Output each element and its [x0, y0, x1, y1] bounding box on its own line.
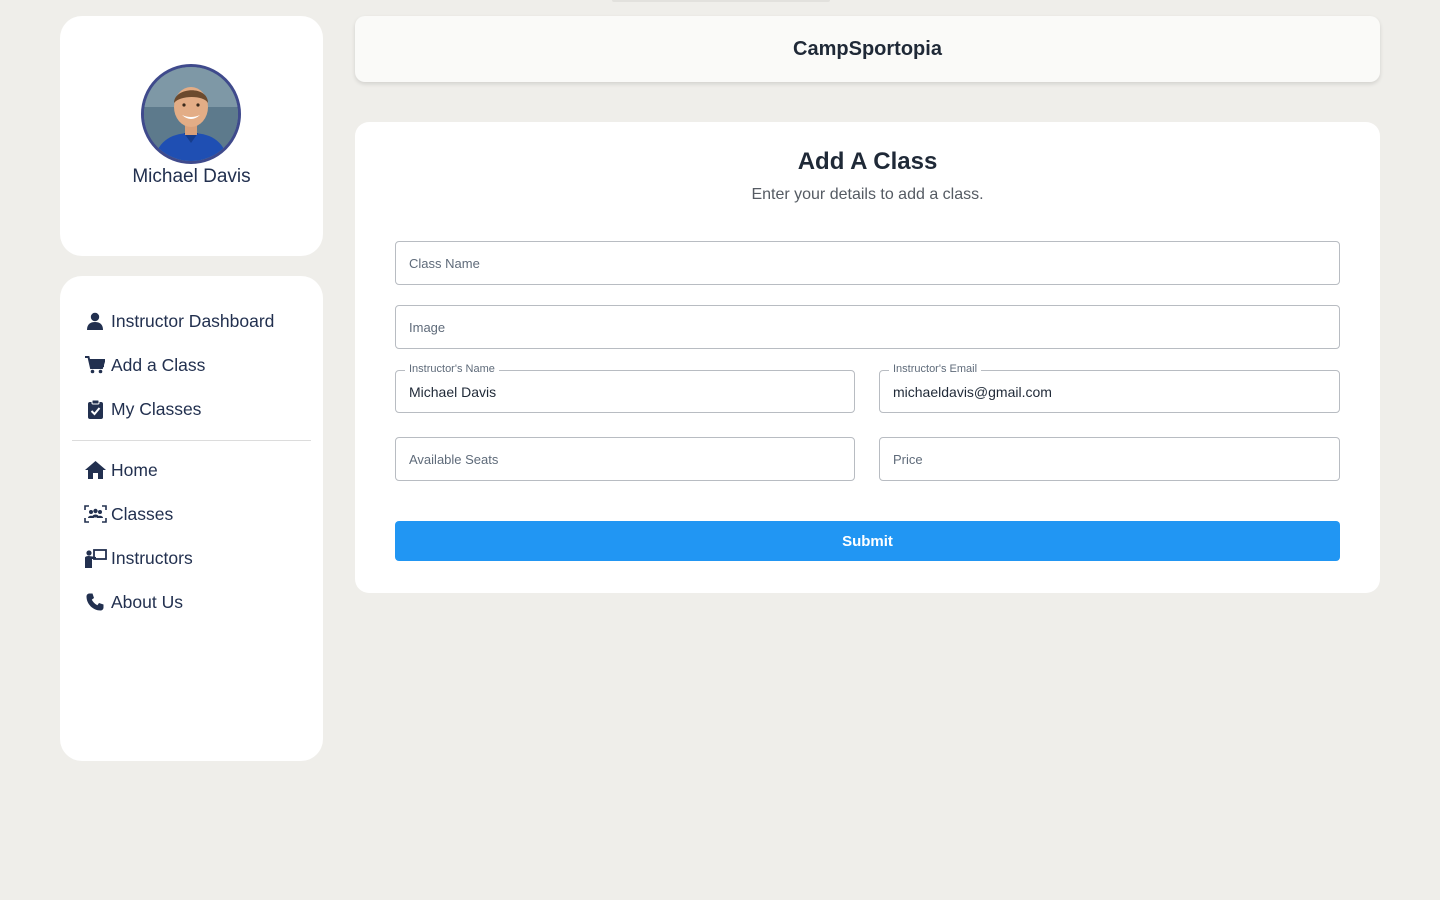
sidebar-item-instructors[interactable]: Instructors [83, 544, 193, 572]
sidebar-item-label: Instructors [111, 547, 193, 568]
class-name-input[interactable] [396, 242, 1339, 284]
instructor-name-label: Instructor's Name [405, 363, 499, 375]
sidebar-nav: Instructor Dashboard Add a Class My Clas… [60, 276, 323, 761]
app-title: CampSportopia [793, 37, 942, 60]
image-input[interactable] [396, 306, 1339, 348]
user-icon [83, 309, 107, 333]
instructor-email-label: Instructor's Email [889, 363, 982, 375]
group-icon [83, 502, 107, 526]
price-input[interactable] [880, 438, 1339, 480]
sidebar-item-about-us[interactable]: About Us [83, 588, 183, 616]
image-field [395, 305, 1340, 349]
sidebar-item-label: Add a Class [111, 354, 206, 375]
instructor-name-input[interactable] [396, 371, 854, 412]
home-icon [83, 458, 107, 482]
sidebar-item-instructor-dashboard[interactable]: Instructor Dashboard [83, 307, 274, 335]
sidebar-item-add-a-class[interactable]: Add a Class [83, 351, 205, 379]
sidebar-item-classes[interactable]: Classes [83, 500, 173, 528]
cart-icon [83, 353, 107, 377]
top-edge-shadow [612, 0, 830, 2]
form-title: Add A Class [797, 148, 938, 175]
available-seats-field [395, 437, 855, 481]
top-header: CampSportopia [355, 16, 1380, 82]
avatar [141, 64, 241, 164]
sidebar-divider [72, 440, 311, 441]
sidebar-item-label: Instructor Dashboard [111, 310, 275, 331]
sidebar-item-label: My Classes [111, 398, 202, 419]
class-name-field [395, 241, 1340, 285]
sidebar-item-home[interactable]: Home [83, 456, 158, 484]
submit-button[interactable]: Submit [395, 521, 1340, 561]
sidebar-item-label: Classes [111, 503, 174, 524]
instructor-email-field: Instructor's Email [879, 363, 1340, 413]
instructor-name-field: Instructor's Name [395, 363, 855, 413]
sidebar-item-my-classes[interactable]: My Classes [83, 395, 201, 423]
add-class-form: Add A Class Enter your details to add a … [355, 122, 1380, 593]
profile-name: Michael Davis [132, 166, 251, 187]
phone-icon [83, 590, 107, 614]
form-subtitle: Enter your details to add a class. [751, 186, 984, 203]
instructor-icon [83, 546, 107, 570]
clipboard-check-icon [83, 397, 107, 421]
profile-card: Michael Davis [60, 16, 323, 256]
price-field [879, 437, 1340, 481]
instructor-email-input[interactable] [880, 371, 1339, 412]
sidebar-item-label: About Us [111, 591, 183, 612]
available-seats-input[interactable] [396, 438, 854, 480]
sidebar-item-label: Home [111, 459, 158, 480]
